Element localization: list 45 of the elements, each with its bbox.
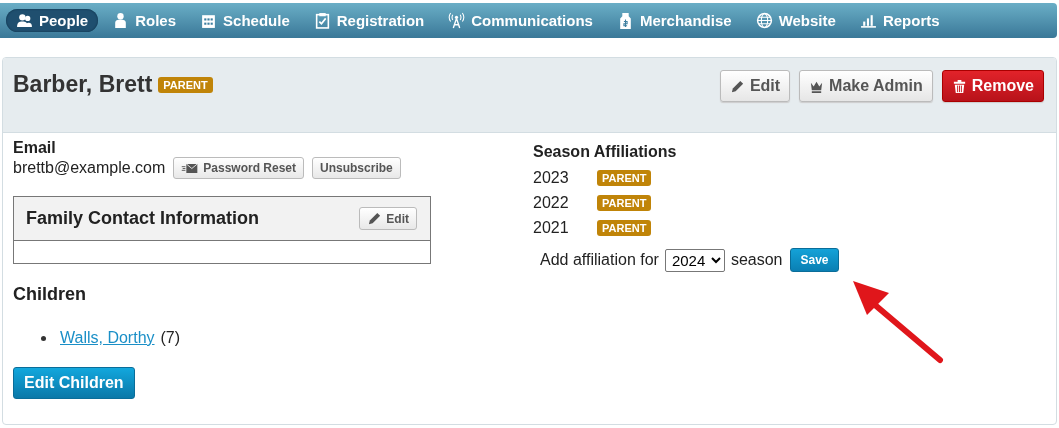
unsubscribe-button[interactable]: Unsubscribe — [312, 157, 401, 179]
add-affiliation-label: Add affiliation for — [540, 251, 659, 269]
edit-children-button[interactable]: Edit Children — [13, 367, 135, 399]
edit-button[interactable]: Edit — [359, 207, 417, 230]
nav-tab[interactable]: Website — [745, 9, 846, 32]
role-badge: PARENT — [597, 219, 652, 236]
child-link[interactable]: Walls, Dorthy — [60, 329, 155, 347]
person-name: Barber, Brett — [13, 71, 153, 98]
trash-icon — [951, 78, 967, 94]
nav-tab[interactable]: Schedule — [190, 9, 300, 32]
bullet-icon — [41, 335, 46, 341]
panel-title: Family Contact Information — [26, 208, 259, 229]
season-select[interactable]: 2024 — [664, 248, 725, 272]
clipboard-icon — [313, 12, 331, 29]
pencil-icon — [367, 211, 383, 226]
password-reset-button[interactable]: Password Reset — [173, 157, 305, 179]
role-badge: PARENT — [597, 169, 652, 186]
role-badge: PARENT — [597, 194, 652, 211]
calendar-icon — [200, 12, 218, 29]
nav-tab[interactable]: Roles — [102, 9, 187, 32]
antenna-icon — [448, 12, 466, 29]
nav-tab[interactable]: Communications — [438, 9, 603, 32]
email-value: brettb@example.com — [13, 159, 166, 177]
nav-tab[interactable]: Registration — [303, 9, 435, 32]
people-icon — [16, 12, 33, 29]
chart-icon — [859, 12, 877, 29]
section-heading: Season Affiliations — [533, 143, 678, 161]
pencil-icon — [729, 78, 745, 94]
email-label: Email — [13, 139, 57, 157]
globe-icon — [755, 12, 773, 29]
nav-tab[interactable]: Merchandise — [606, 9, 742, 32]
role-badge: PARENT — [158, 76, 213, 93]
season-label: season — [730, 251, 783, 269]
nav-tab[interactable]: Reports — [849, 9, 950, 32]
edit-button[interactable]: Edit — [719, 70, 791, 102]
section-heading: Children — [13, 284, 87, 305]
season-year: 2023 — [533, 168, 570, 187]
envelope-icon — [181, 162, 200, 174]
season-year: 2022 — [533, 193, 570, 212]
remove-button[interactable]: Remove — [941, 70, 1044, 102]
child-age: (7) — [160, 329, 181, 347]
season-year: 2021 — [533, 218, 570, 237]
nav-tab[interactable]: People — [6, 9, 99, 32]
admin-button[interactable]: Make Admin — [799, 70, 933, 102]
save-button[interactable]: Save — [790, 248, 839, 272]
